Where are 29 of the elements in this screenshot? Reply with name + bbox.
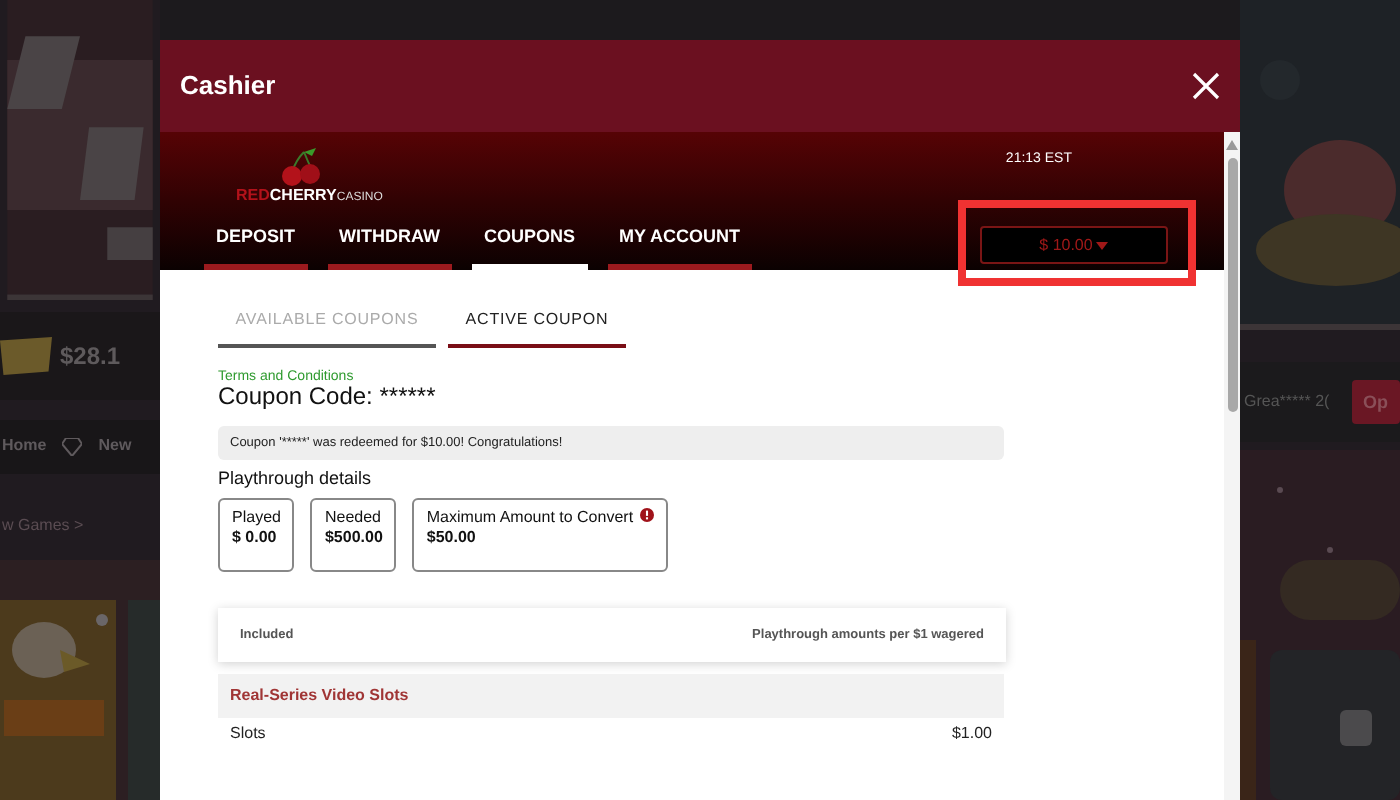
stat-value: $ 0.00 <box>232 528 279 550</box>
scrollbar[interactable] <box>1224 132 1240 800</box>
group-header: Real-Series Video Slots <box>218 673 1004 718</box>
jackpot-amount: $28.1 <box>60 341 121 371</box>
ticker-text: Grea***** 2( <box>1244 392 1330 412</box>
dialog-title: Cashier <box>180 70 276 102</box>
stat-label: Played <box>232 507 281 526</box>
section-link[interactable]: w Games > <box>2 515 84 534</box>
scroll-up-icon[interactable] <box>1226 140 1238 150</box>
section-heading: Playthrough details <box>218 469 374 490</box>
coupon-tab[interactable]: ACTIVE COUPON <box>448 306 626 348</box>
coupon-tab[interactable]: AVAILABLE COUPONS <box>218 306 436 348</box>
close-icon[interactable] <box>1192 72 1220 100</box>
stat-label: Maximum Amount to Convert <box>426 507 634 526</box>
nav-tab[interactable]: COUPONS <box>472 226 588 270</box>
coupon-code: Coupon Code: ****** <box>218 383 438 410</box>
table-cell: Slots <box>230 723 266 743</box>
nav-tab[interactable]: DEPOSIT <box>204 226 308 270</box>
option-button[interactable]: Op <box>1351 379 1400 425</box>
nav-tab[interactable]: MY ACCOUNT <box>607 226 753 270</box>
nav-link[interactable]: Home <box>2 436 47 457</box>
table-cell: $1.00 <box>951 723 992 743</box>
balance-dropdown[interactable]: $ 10.00 <box>980 226 1168 264</box>
stat-value: $50.00 <box>426 528 478 550</box>
nav-tab[interactable]: WITHDRAW <box>327 226 453 270</box>
stat-value: $500.00 <box>324 528 383 550</box>
nav-link[interactable]: New <box>98 436 132 457</box>
jackpot-logo <box>0 331 52 380</box>
stat-label: Needed <box>324 507 381 526</box>
